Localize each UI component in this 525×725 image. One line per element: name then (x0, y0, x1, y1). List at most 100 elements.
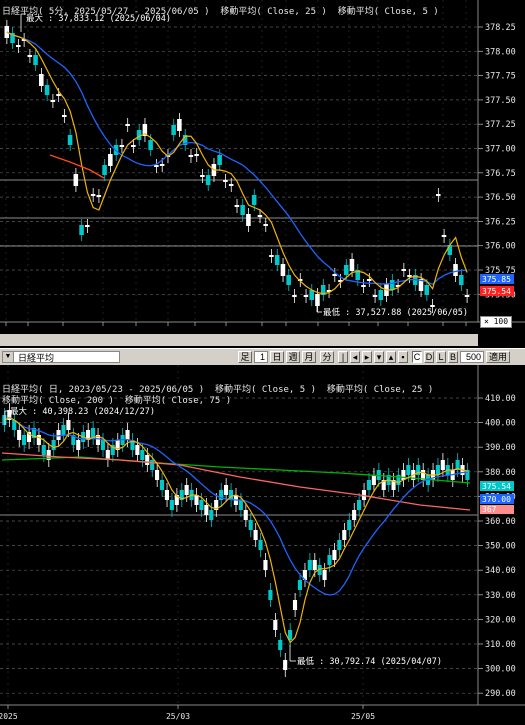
top-candle (378, 290, 384, 300)
bottom-candle (322, 570, 327, 580)
period-count-input[interactable]: 1 (254, 351, 268, 363)
bars-count-input[interactable]: 500 (460, 351, 484, 363)
bottom-candle (307, 560, 312, 570)
toggle-d-button[interactable]: D (424, 351, 434, 363)
top-y-tick: 378.25 (485, 23, 516, 33)
top-candle (441, 235, 447, 237)
period-week-button[interactable]: 週 (286, 351, 300, 363)
intraday-candlestick-chart[interactable]: 378.25 378.00 377.75 377.50 377.25 377.00 376.… (0, 0, 525, 348)
scroll-up-button[interactable]: ▴ (386, 351, 396, 363)
top-candle (458, 275, 464, 285)
bottom-candle (164, 490, 169, 500)
bottom-candle (297, 580, 303, 590)
top-candle (4, 26, 10, 38)
bottom-ma3-label: 移動平均( Close, 200 ) (2, 396, 114, 406)
period-month-button[interactable]: 月 (302, 351, 316, 363)
bottom-candle (184, 485, 189, 495)
bottom-max-label: 最大 : 40,398.23 (2024/12/27) (10, 406, 155, 417)
zoom-indicator[interactable]: × 100 (480, 316, 512, 328)
top-ma2-label: 移動平均( Close, 5 ) (337, 7, 439, 17)
daily-chart-panel[interactable]: 410.00 400.00 390.00 380.00 370.00 360.00 350.… (0, 365, 525, 725)
top-y-tick: 376.00 (485, 242, 516, 252)
top-candle (73, 174, 79, 186)
top-y-tick: 377.75 (485, 72, 516, 82)
bottom-candle (248, 520, 253, 530)
top-candle (27, 55, 33, 57)
top-y-tick: 376.50 (485, 193, 516, 203)
top-candle (217, 155, 222, 165)
period-min-button[interactable]: 分 (320, 351, 334, 363)
top-candle (234, 205, 240, 207)
top-candle (280, 264, 286, 276)
intraday-chart-panel[interactable]: 378.25 378.00 377.75 377.50 377.25 377.00 376.… (0, 0, 525, 348)
symbol-select[interactable]: ▼ 日経平均 (2, 351, 120, 363)
bottom-candle (327, 555, 332, 565)
top-candle (96, 195, 102, 197)
top-candle (205, 175, 211, 185)
top-candle (251, 195, 257, 205)
scroll-prev-button[interactable]: ◂ (350, 351, 360, 363)
bottom-candle (371, 475, 376, 485)
apply-button[interactable]: 適用 (486, 351, 510, 363)
bottom-candle (66, 420, 71, 430)
top-candle (148, 140, 153, 150)
bottom-candle (140, 450, 145, 460)
bottom-candle (76, 440, 81, 450)
top-candle (430, 305, 435, 307)
top-candle (464, 295, 470, 297)
bottom-y-tick: 360.00 (485, 517, 516, 527)
top-candle (263, 224, 268, 226)
toggle-l-button[interactable]: L (436, 351, 446, 363)
bottom-candle (292, 600, 298, 610)
top-candle (67, 135, 73, 145)
bottom-candle (17, 430, 22, 440)
top-candle (90, 194, 96, 196)
scroll-first-button[interactable]: | (338, 351, 348, 363)
bottom-candle (100, 440, 105, 450)
top-candle (44, 85, 50, 95)
bottom-price-badge-2-text: 370.00 (482, 495, 511, 504)
daily-candlestick-chart[interactable]: 410.00 400.00 390.00 380.00 370.00 360.00 350.… (0, 365, 525, 725)
bottom-min-label: 最低 : 30,792.74 (2025/04/07) (297, 656, 442, 667)
bottom-candle (194, 495, 199, 505)
bottom-candle (51, 440, 56, 450)
top-candle (286, 275, 291, 285)
top-candle (50, 100, 56, 102)
period-foot-button[interactable]: 足 (238, 351, 252, 363)
bottom-candle (268, 590, 273, 600)
top-y-tick: 377.50 (485, 96, 516, 106)
bottom-y-tick: 390.00 (485, 443, 516, 453)
top-candle (125, 124, 130, 126)
top-candle (16, 45, 21, 47)
top-candle (119, 145, 125, 147)
bottom-y-tick: 310.00 (485, 640, 516, 650)
top-candle (435, 194, 441, 196)
top-candle (240, 205, 245, 215)
top-candle (366, 279, 372, 281)
toggle-b-button[interactable]: B (448, 351, 458, 363)
bottom-candle (273, 620, 278, 630)
top-candle (343, 265, 349, 275)
top-candle (246, 214, 251, 226)
top-candle (223, 180, 228, 182)
bottom-y-tick: 410.00 (485, 394, 516, 404)
bottom-y-tick: 320.00 (485, 615, 516, 625)
top-candle (200, 175, 205, 177)
scroll-down-button[interactable]: ▾ (374, 351, 384, 363)
period-day-button[interactable]: 日 (270, 351, 284, 363)
bottom-candle (253, 530, 258, 540)
top-candle (309, 290, 314, 300)
top-candle (401, 269, 407, 271)
top-candle (274, 255, 280, 265)
zoom-button[interactable]: ▪ (398, 351, 408, 363)
bottom-candle (337, 540, 342, 550)
toggle-c-button[interactable]: C (412, 351, 422, 363)
bottom-candle (356, 500, 362, 510)
bottom-candle (61, 425, 66, 435)
bottom-candle (243, 510, 248, 520)
top-candle (56, 94, 61, 96)
top-candle (171, 125, 176, 135)
horizontal-scrollbar[interactable] (0, 334, 478, 346)
top-candle (349, 259, 355, 271)
scroll-next-button[interactable]: ▸ (362, 351, 372, 363)
